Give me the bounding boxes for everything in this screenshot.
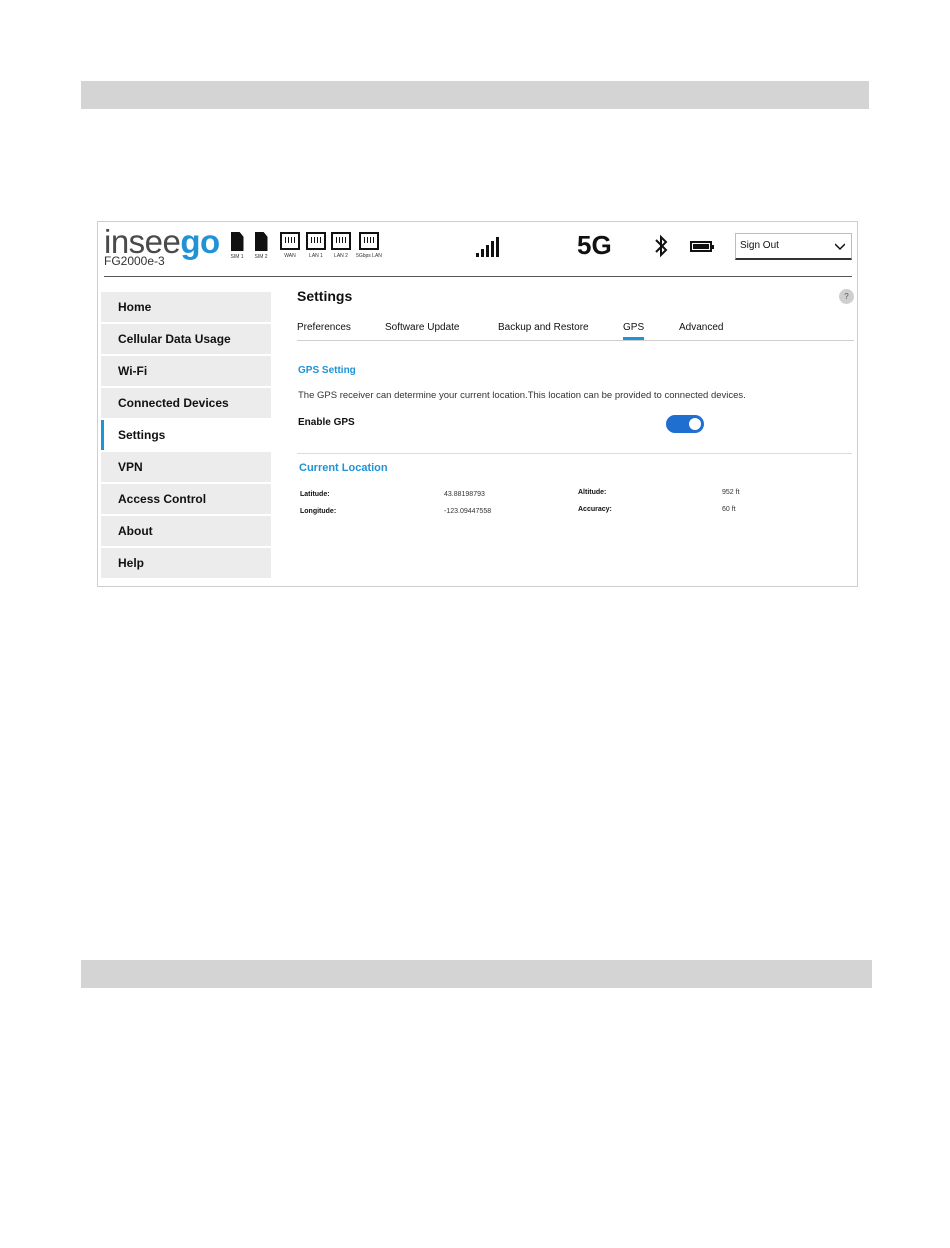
document-section-bar <box>81 960 872 988</box>
device-model: FG2000e-3 <box>104 254 165 268</box>
accuracy-value: 60 ft <box>722 506 736 513</box>
sidebar-item-help[interactable]: Help <box>101 548 271 578</box>
sim2-label: SIM 2 <box>254 254 268 260</box>
sidebar-item-connected-devices[interactable]: Connected Devices <box>101 388 271 418</box>
bluetooth-icon <box>655 234 668 258</box>
sim1-label: SIM 1 <box>230 254 244 260</box>
signout-dropdown[interactable]: Sign Out <box>735 233 852 260</box>
header-divider <box>104 276 852 277</box>
logo-text-part2: go <box>180 223 220 260</box>
5gbps-lan-port-icon: 5Gbps LAN <box>354 232 384 259</box>
lan1-port-icon: LAN 1 <box>304 232 328 259</box>
altitude-value: 952 ft <box>722 489 740 496</box>
altitude-label: Altitude: <box>578 489 607 496</box>
sidebar-item-vpn[interactable]: VPN <box>101 452 271 482</box>
network-type: 5G <box>577 230 612 260</box>
latitude-value: 43.88198793 <box>444 491 485 498</box>
signal-icon <box>476 237 502 257</box>
battery-icon <box>690 241 714 252</box>
lan1-port-label: LAN 1 <box>309 253 323 259</box>
page-title: Settings <box>297 288 353 304</box>
enable-gps-toggle[interactable] <box>666 415 704 433</box>
signout-label: Sign Out <box>740 240 779 251</box>
router-admin-window: inseego FG2000e-3 SIM 1 SIM 2 WAN LAN 1 … <box>97 221 858 587</box>
lan2-port-icon: LAN 2 <box>329 232 353 259</box>
sidebar-item-settings[interactable]: Settings <box>101 420 271 450</box>
tab-backup-and-restore[interactable]: Backup and Restore <box>498 322 589 333</box>
settings-tabs: Preferences Software Update Backup and R… <box>297 322 854 341</box>
current-location-heading: Current Location <box>299 462 388 474</box>
sidebar-item-access-control[interactable]: Access Control <box>101 484 271 514</box>
longitude-value: -123.09447558 <box>444 508 492 515</box>
gps-setting-heading: GPS Setting <box>298 365 356 376</box>
tab-gps[interactable]: GPS <box>623 322 645 340</box>
enable-gps-label: Enable GPS <box>298 417 355 428</box>
gps-description: The GPS receiver can determine your curr… <box>298 390 746 401</box>
chevron-down-icon <box>835 243 845 251</box>
longitude-label: Longitude: <box>300 508 337 515</box>
document-header-bar <box>81 81 869 109</box>
lan2-port-label: LAN 2 <box>334 253 348 259</box>
latitude-label: Latitude: <box>300 491 330 498</box>
accuracy-label: Accuracy: <box>578 506 612 513</box>
5gbps-lan-port-label: 5Gbps LAN <box>356 253 382 259</box>
tab-software-update[interactable]: Software Update <box>385 322 460 333</box>
wan-port-icon: WAN <box>278 232 302 259</box>
wan-port-label: WAN <box>284 253 296 259</box>
sidebar-item-wifi[interactable]: Wi-Fi <box>101 356 271 386</box>
sidebar-item-home[interactable]: Home <box>101 292 271 322</box>
sidebar-nav: Home Cellular Data Usage Wi-Fi Connected… <box>101 292 271 580</box>
help-icon[interactable]: ? <box>839 289 854 304</box>
tab-preferences[interactable]: Preferences <box>297 322 351 333</box>
sidebar-item-cellular-data-usage[interactable]: Cellular Data Usage <box>101 324 271 354</box>
tab-advanced[interactable]: Advanced <box>679 322 723 333</box>
section-divider <box>297 453 852 454</box>
sidebar-item-about[interactable]: About <box>101 516 271 546</box>
sim1-status-icon: SIM 1 <box>226 232 248 262</box>
sim2-status-icon: SIM 2 <box>250 232 272 262</box>
